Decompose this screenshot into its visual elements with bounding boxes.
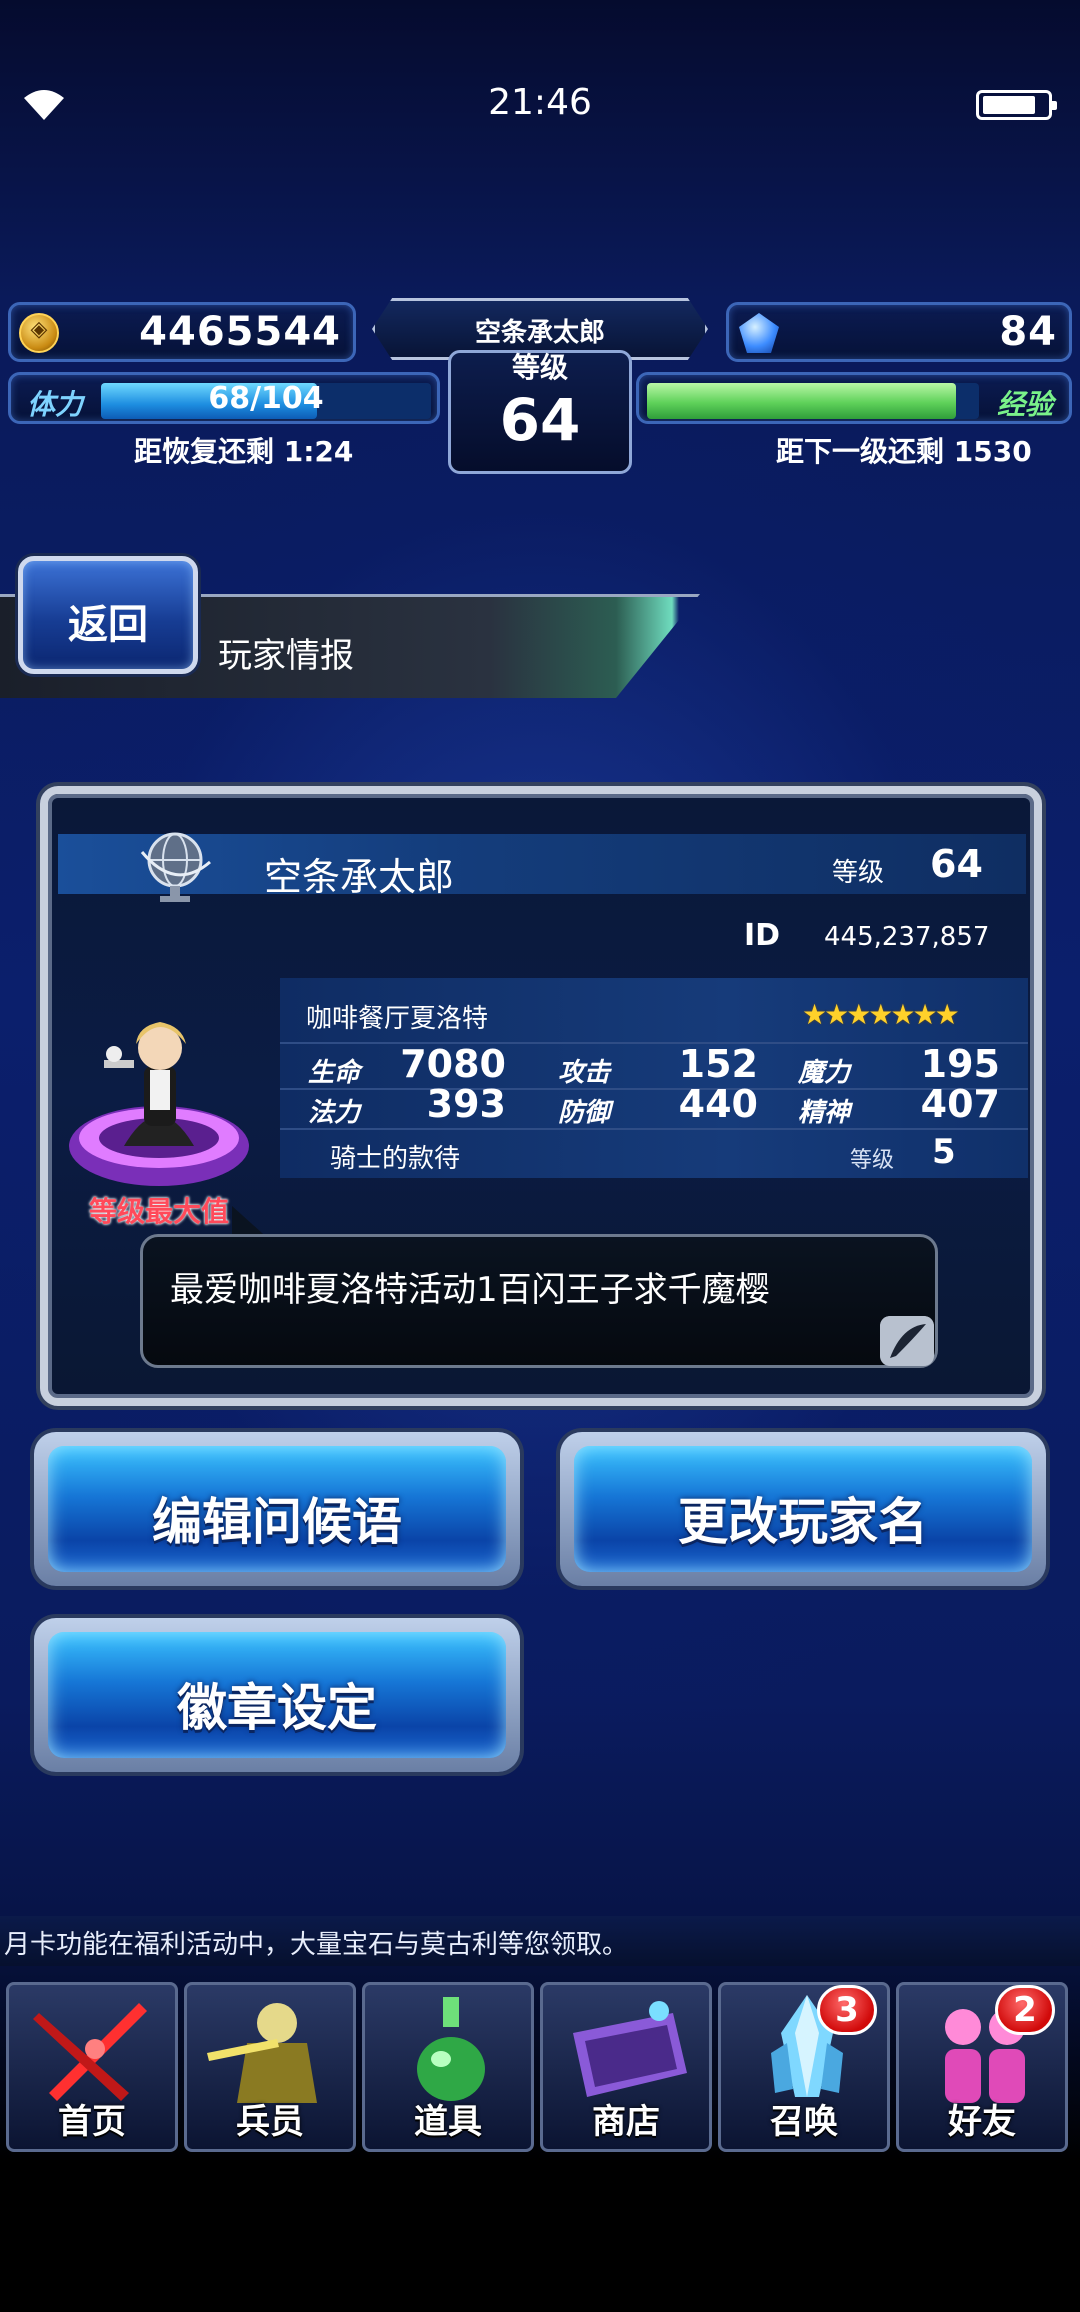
hero-icon: [207, 2003, 317, 2103]
nav-tab-shop[interactable]: 商店: [540, 1982, 712, 2152]
stat-mag-value: 195: [920, 1042, 1000, 1086]
gem-counter[interactable]: 84: [726, 302, 1072, 362]
stat-hp-label: 生命: [308, 1058, 361, 1088]
page-title: 玩家情报: [218, 636, 354, 676]
gil-counter: 4465544: [8, 302, 356, 362]
nav-label: 召唤: [770, 2102, 838, 2142]
exp-label: 经验: [996, 388, 1053, 421]
player-hud: 4465544 84 空条承太郎 等级 64 体力 68/104 经验 距恢复还…: [0, 290, 1080, 475]
max-level-label: 等级最大值: [88, 1195, 229, 1228]
stat-def-label: 防御: [558, 1098, 611, 1128]
badge-setting-button[interactable]: 徽章设定: [34, 1618, 520, 1772]
card-player-name: 空条承太郎: [264, 855, 455, 899]
nav-label: 首页: [58, 2102, 126, 2142]
stat-mp-label: 法力: [308, 1098, 361, 1128]
stamina-bar: 体力 68/104: [8, 372, 440, 424]
hud-player-name: 空条承太郎: [474, 318, 605, 348]
exp-bar: 经验: [636, 372, 1072, 424]
next-level-exp: 距下一级还剩 1530: [776, 435, 1032, 468]
card-level-label: 等级: [832, 858, 885, 888]
nav-tab-friends[interactable]: 好友 2: [896, 1982, 1068, 2152]
clock: 21:46: [488, 82, 592, 123]
unit-rarity-stars: ★★★★★★★: [802, 998, 960, 1031]
ability-level-value: 5: [932, 1132, 956, 1172]
nav-label: 道具: [414, 2102, 482, 2142]
feather-quill-icon: [880, 1316, 934, 1366]
stat-hp-value: 7080: [400, 1042, 506, 1086]
card-level-value: 64: [930, 842, 983, 886]
stamina-label: 体力: [27, 388, 84, 421]
greeting-message-text: 最爱咖啡夏洛特活动1百闪王子求千魔樱: [170, 1270, 770, 1310]
friends-badge: 2: [995, 1985, 1055, 2035]
nav-label: 好友: [948, 2102, 1016, 2142]
stat-atk-value: 152: [678, 1042, 758, 1086]
stat-mp-value: 393: [426, 1082, 506, 1126]
edit-greeting-label: 编辑问候语: [152, 1493, 402, 1551]
globe-emblem-icon: [140, 832, 211, 902]
player-id-value: 445,237,857: [824, 922, 990, 952]
stat-spr-label: 精神: [798, 1098, 851, 1128]
potion-icon: [417, 1997, 485, 2101]
ability-level-label: 等级: [850, 1148, 895, 1173]
stat-def-value: 440: [678, 1082, 758, 1126]
shop-icon: [573, 2001, 687, 2097]
hud-level-value: 64: [499, 386, 581, 454]
gem-value: 84: [999, 309, 1057, 355]
status-bar: 21:46: [0, 60, 1080, 150]
back-button-label[interactable]: 返回: [18, 592, 198, 650]
gil-coin-icon: [19, 313, 59, 353]
stamina-text: 68/104: [208, 381, 324, 416]
nav-tab-summon[interactable]: 召唤 3: [718, 1982, 890, 2152]
lapis-gem-icon: [739, 313, 779, 353]
wifi-icon: [24, 90, 64, 120]
stat-atk-label: 攻击: [558, 1058, 611, 1088]
nav-tab-units[interactable]: 兵员: [184, 1982, 356, 2152]
divider: [280, 1128, 1028, 1130]
change-name-button[interactable]: 更改玩家名: [560, 1432, 1046, 1586]
bottom-nav: 首页 兵员 道具 商店 召唤 3 好友 2: [0, 1982, 1080, 2152]
exp-fill: [647, 383, 956, 419]
unit-name: 咖啡餐厅夏洛特: [306, 1004, 489, 1034]
nav-label: 商店: [592, 2102, 660, 2142]
nav-tab-home[interactable]: 首页: [6, 1982, 178, 2152]
player-id-label: ID: [744, 918, 781, 953]
gil-value: 4465544: [139, 309, 341, 355]
battery-icon: [976, 90, 1057, 120]
sword-icon: [33, 2003, 147, 2101]
stat-mag-label: 魔力: [798, 1058, 851, 1088]
nav-label: 兵员: [236, 2102, 304, 2142]
change-name-label: 更改玩家名: [678, 1493, 928, 1551]
news-ticker-text: 月卡功能在福利活动中，大量宝石与莫古利等您领取。: [4, 1930, 629, 1960]
stat-spr-value: 407: [920, 1082, 1000, 1126]
unit-portrait-icon[interactable]: [64, 996, 254, 1196]
ability-name: 骑士的款待: [330, 1144, 461, 1174]
stamina-recover-timer: 距恢复还剩 1:24: [134, 435, 354, 468]
edit-greeting-button[interactable]: 编辑问候语: [34, 1432, 520, 1586]
hud-level-label: 等级: [511, 351, 568, 384]
nav-tab-items[interactable]: 道具: [362, 1982, 534, 2152]
summon-badge: 3: [817, 1985, 877, 2035]
badge-setting-label: 徽章设定: [177, 1679, 377, 1737]
